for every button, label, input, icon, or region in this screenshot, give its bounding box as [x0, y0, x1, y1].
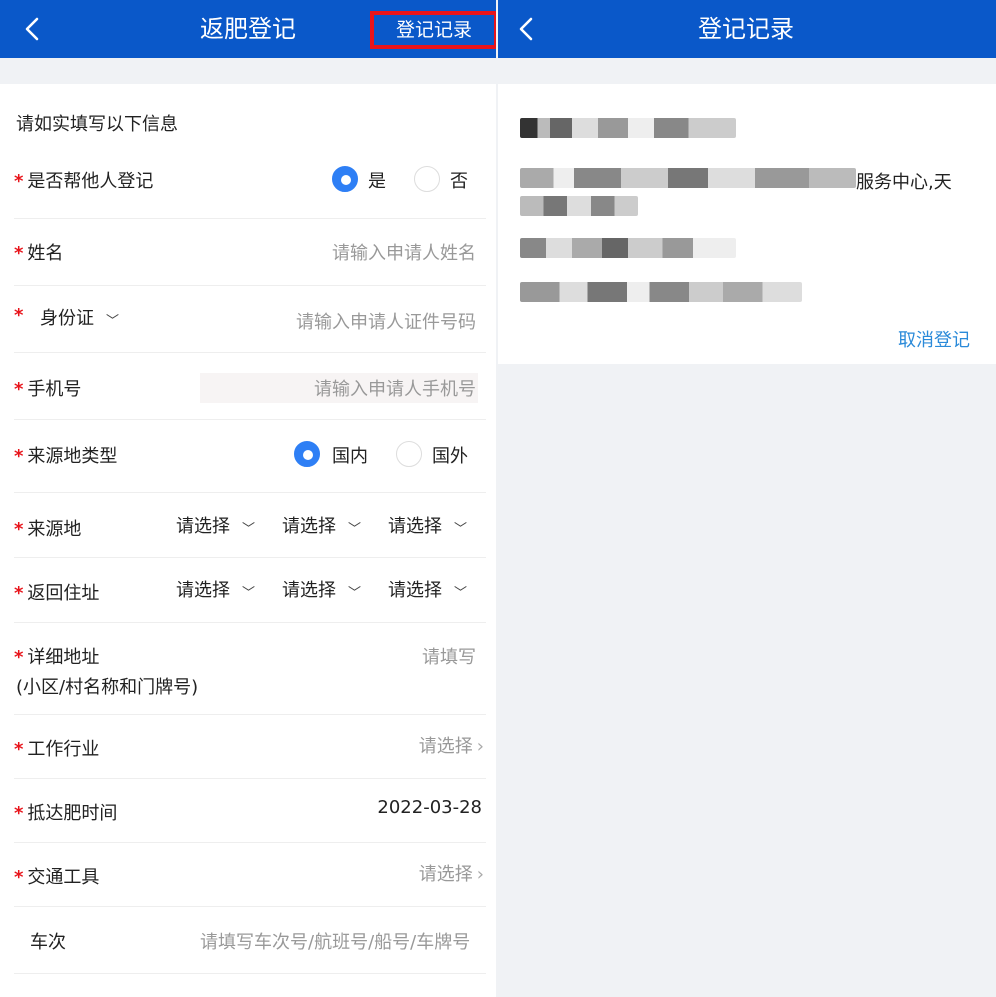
chevron-left-icon: [25, 17, 39, 41]
required-star: *: [14, 171, 24, 192]
origin-type-label: 来源地类型: [27, 446, 118, 467]
chevron-down-icon: ﹀: [348, 521, 362, 537]
radio-no-label: 否: [450, 171, 468, 192]
required-star: *: [14, 446, 24, 467]
registration-records-screen: 登记记录 服务中心,天 取消登记: [498, 0, 996, 997]
transport-row[interactable]: * 交通工具 请选择 ›: [14, 843, 486, 907]
radio-yes[interactable]: [332, 166, 358, 192]
return-city-select[interactable]: 请选择 ﹀: [282, 576, 361, 602]
id-row: * 身份证 ﹀ 请输入申请人证件号码: [14, 286, 486, 353]
radio-abroad-label: 国外: [432, 446, 468, 467]
origin-district-select[interactable]: 请选择 ﹀: [388, 512, 467, 538]
page-title: 返肥登记: [200, 15, 296, 43]
required-star: *: [14, 583, 24, 604]
required-star: *: [14, 243, 24, 264]
arrival-time-label: 抵达肥时间: [27, 803, 118, 824]
radio-no[interactable]: [414, 166, 440, 192]
chevron-down-icon: ﹀: [106, 313, 120, 329]
radio-yes-label: 是: [368, 171, 386, 192]
name-label: 姓名: [27, 243, 64, 264]
phone-input[interactable]: 请输入申请人手机号: [314, 375, 476, 401]
radio-domestic[interactable]: [294, 441, 320, 467]
return-district-select[interactable]: 请选择 ﹀: [388, 576, 467, 602]
origin-province-select[interactable]: 请选择 ﹀: [176, 512, 255, 538]
record-card: 服务中心,天 取消登记: [498, 84, 996, 364]
required-star: *: [14, 379, 24, 400]
radio-abroad[interactable]: [396, 441, 422, 467]
arrival-date-value[interactable]: 2022-03-28: [377, 797, 482, 818]
form-intro: 请如实填写以下信息: [16, 114, 178, 135]
header-bar: 登记记录: [498, 0, 996, 58]
chevron-right-icon: ›: [476, 864, 484, 885]
transport-select[interactable]: 请选择 ›: [419, 860, 484, 886]
chevron-down-icon: ﹀: [242, 585, 256, 601]
trip-number-label: 车次: [30, 932, 66, 953]
industry-select[interactable]: 请选择 ›: [419, 732, 484, 758]
required-star: *: [14, 867, 24, 888]
detail-address-sublabel: (小区/村名称和门牌号): [16, 677, 199, 698]
required-star: *: [14, 305, 24, 326]
return-address-label: 返回住址: [27, 583, 100, 604]
detail-address-label: 详细地址: [27, 647, 100, 668]
id-type-select[interactable]: 身份证 ﹀: [40, 304, 119, 330]
redacted-address-line1: [520, 168, 856, 188]
trip-number-row[interactable]: 车次 请填写车次号/航班号/船号/车牌号: [14, 907, 486, 974]
required-star: *: [14, 519, 24, 540]
industry-label: 工作行业: [27, 739, 100, 760]
arrival-time-row[interactable]: * 抵达肥时间 2022-03-28: [14, 779, 486, 843]
name-input[interactable]: 请输入申请人姓名: [332, 239, 476, 265]
chevron-down-icon: ﹀: [242, 521, 256, 537]
origin-row: * 来源地 请选择 ﹀ 请选择 ﹀ 请选择 ﹀: [14, 493, 486, 558]
origin-city-select[interactable]: 请选择 ﹀: [282, 512, 361, 538]
phone-label: 手机号: [27, 379, 82, 400]
record-address-visible-text: 服务中心,天: [856, 172, 952, 193]
help-other-row: * 是否帮他人登记 是 否: [14, 154, 486, 219]
back-button[interactable]: [18, 14, 48, 44]
trip-number-input[interactable]: 请填写车次号/航班号/船号/车牌号: [200, 928, 476, 954]
origin-label: 来源地: [27, 519, 82, 540]
chevron-left-icon: [519, 17, 533, 41]
registration-form-screen: 返肥登记 登记记录 请如实填写以下信息 * 是否帮他人登记 是 否 * 姓名 请输入…: [0, 0, 496, 997]
registration-records-button[interactable]: 登记记录: [370, 11, 496, 49]
required-star: *: [14, 647, 24, 668]
redacted-name: [520, 118, 736, 138]
redacted-date: [520, 282, 802, 302]
origin-type-row: * 来源地类型 国内 国外: [14, 420, 486, 493]
chevron-right-icon: ›: [476, 736, 484, 757]
phone-row[interactable]: * 手机号 请输入申请人手机号: [14, 353, 486, 420]
required-star: *: [14, 803, 24, 824]
cancel-registration-link[interactable]: 取消登记: [898, 326, 970, 352]
chevron-down-icon: ﹀: [454, 585, 468, 601]
redacted-contact: [520, 238, 736, 258]
return-province-select[interactable]: 请选择 ﹀: [176, 576, 255, 602]
detail-address-input[interactable]: 请填写: [422, 643, 476, 669]
industry-row[interactable]: * 工作行业 请选择 ›: [14, 715, 486, 779]
header-bar: 返肥登记 登记记录: [0, 0, 496, 58]
detail-address-row[interactable]: * 详细地址 (小区/村名称和门牌号) 请填写: [14, 623, 486, 715]
redacted-address-line2: [520, 196, 638, 216]
page-title: 登记记录: [698, 15, 794, 43]
radio-domestic-label: 国内: [332, 446, 368, 467]
chevron-down-icon: ﹀: [348, 585, 362, 601]
id-number-input[interactable]: 请输入申请人证件号码: [296, 308, 476, 334]
header-divider: [0, 58, 496, 84]
return-address-row: * 返回住址 请选择 ﹀ 请选择 ﹀ 请选择 ﹀: [14, 558, 486, 623]
name-row[interactable]: * 姓名 请输入申请人姓名: [14, 219, 486, 286]
required-star: *: [14, 739, 24, 760]
transport-label: 交通工具: [27, 867, 100, 888]
back-button[interactable]: [512, 14, 542, 44]
help-other-label: 是否帮他人登记: [27, 171, 154, 192]
chevron-down-icon: ﹀: [454, 521, 468, 537]
